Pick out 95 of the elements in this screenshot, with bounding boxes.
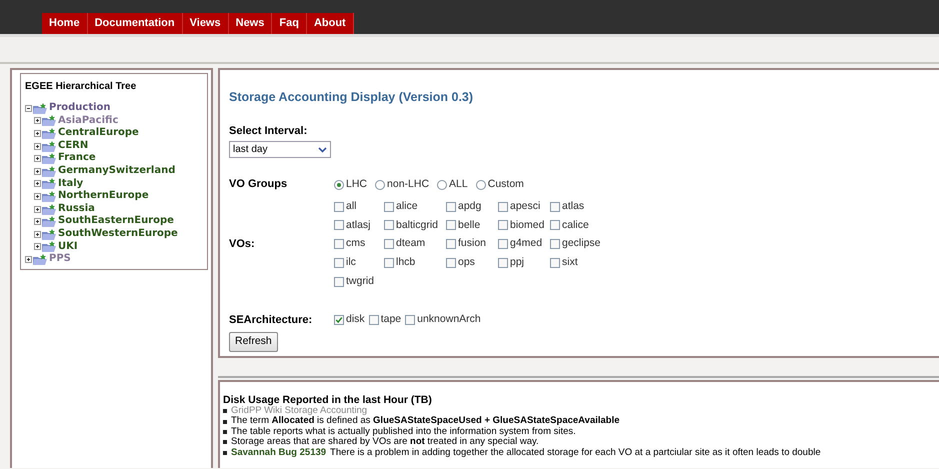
bullet-icon <box>223 430 227 434</box>
vo-groups-label: VO Groups <box>229 177 288 192</box>
checkbox-option[interactable]: balticgrid <box>384 218 446 234</box>
bullet-icon <box>223 409 227 414</box>
checkbox-option[interactable]: calice <box>550 218 610 234</box>
checkbox-option[interactable]: apdg <box>446 198 498 214</box>
tree-item[interactable]: Russia <box>58 202 95 216</box>
expand-icon[interactable] <box>34 180 41 188</box>
expand-icon[interactable] <box>34 130 41 137</box>
tree-item[interactable]: AsiaPacific <box>58 114 118 128</box>
bullet-icon <box>223 450 227 455</box>
refresh-button[interactable]: Refresh <box>229 332 278 352</box>
nav-tab[interactable]: Documentation <box>88 12 183 34</box>
nav-tab[interactable]: Home <box>42 12 88 34</box>
notes-text: The table reports what is actually published into the information system from sites. <box>231 426 576 437</box>
folder-icon <box>42 153 57 164</box>
checkbox-option[interactable]: disk <box>334 312 365 328</box>
expand-icon[interactable] <box>34 206 41 213</box>
checkbox-option[interactable]: cms <box>334 236 384 252</box>
bullet-icon <box>223 440 227 444</box>
checkbox-option[interactable]: belle <box>446 218 498 234</box>
checkbox-option[interactable]: geclipse <box>550 236 610 252</box>
notes-text: There is a problem in adding together the allocated storage for each VO at a partciular site as it often leads to double <box>330 448 821 458</box>
radio-option[interactable]: Custom <box>476 176 524 193</box>
checkbox-option[interactable]: ppj <box>498 255 550 271</box>
checkbox-option[interactable]: apesci <box>498 198 550 214</box>
checkbox-option[interactable]: tape <box>368 312 402 328</box>
tree-item[interactable]: UKI <box>58 240 78 254</box>
nav-tab[interactable]: Faq <box>272 12 307 34</box>
checkbox-option[interactable]: dteam <box>384 236 446 252</box>
expand-icon[interactable] <box>34 230 41 238</box>
notes-link[interactable]: GridPP Wiki Storage Accounting <box>231 406 368 416</box>
notes-link[interactable]: Savannah Bug 25139 <box>231 448 326 458</box>
nav-tab[interactable]: Views <box>182 12 229 34</box>
checkbox-option[interactable]: atlas <box>550 198 610 214</box>
check-icon <box>335 316 343 324</box>
tree-title: EGEE Hierarchical Tree <box>25 80 138 94</box>
arch-label: SEArchitecture: <box>229 312 314 328</box>
tree-item[interactable]: France <box>58 152 96 165</box>
expand-icon[interactable] <box>34 155 41 162</box>
folder-icon <box>33 102 48 114</box>
folder-icon <box>42 178 57 190</box>
checkbox-option[interactable]: g4med <box>498 236 550 252</box>
checkbox-option[interactable]: lhcb <box>384 255 446 271</box>
interval-label: Select Interval: <box>229 124 308 139</box>
expand-icon[interactable] <box>34 168 41 175</box>
checkbox-option[interactable]: twgrid <box>334 274 384 290</box>
tree-item[interactable]: GermanySwitzerland <box>58 164 176 178</box>
tree-item[interactable]: CERN <box>58 140 88 152</box>
checkbox-option[interactable]: all <box>334 198 384 214</box>
folder-icon <box>42 190 57 202</box>
expand-icon[interactable] <box>34 218 41 226</box>
folder-icon <box>42 216 57 228</box>
folder-icon <box>33 254 48 265</box>
radio-option[interactable]: ALL <box>437 176 468 193</box>
vos-label: VOs: <box>229 236 255 252</box>
nav-tab[interactable]: News <box>228 12 272 34</box>
expand-icon[interactable] <box>25 256 32 263</box>
tree-item[interactable]: Production <box>49 102 111 115</box>
tree-item[interactable]: NorthernEurope <box>58 190 149 203</box>
expand-icon[interactable] <box>34 142 41 150</box>
folder-icon <box>42 128 57 139</box>
caret-icon <box>318 146 327 153</box>
expand-icon[interactable] <box>34 243 41 250</box>
tree-item[interactable]: SouthEasternEurope <box>58 215 174 228</box>
notes-text: The term Allocated is defined as GlueSAStateSpaceUsed + GlueSAStateSpaceAvailable <box>231 416 620 427</box>
nav-tab[interactable]: About <box>306 12 354 34</box>
folder-icon <box>42 204 57 215</box>
notes-text: Storage areas that are shared by VOs are not treated in any special way. <box>231 437 539 448</box>
expand-icon[interactable] <box>34 117 41 124</box>
tree-item[interactable]: Italy <box>58 178 84 190</box>
folder-icon <box>42 115 57 126</box>
checkbox-option[interactable]: ilc <box>334 255 384 271</box>
form-title: Storage Accounting Display (Version 0.3) <box>229 89 474 106</box>
tree-item[interactable]: PPS <box>49 253 71 266</box>
checkbox-option[interactable]: alice <box>384 198 446 214</box>
folder-icon <box>42 228 57 240</box>
folder-icon <box>42 140 57 152</box>
tree-item[interactable]: CentralEurope <box>58 127 139 140</box>
checkbox-option[interactable]: unknownArch <box>405 312 481 328</box>
radio-option[interactable]: non-LHC <box>375 176 430 193</box>
folder-icon <box>42 241 57 252</box>
radio-option[interactable]: LHC <box>334 176 368 193</box>
checkbox-option[interactable]: ops <box>446 255 498 271</box>
checkbox-option[interactable]: biomed <box>498 218 550 234</box>
interval-select[interactable]: last day <box>229 141 331 158</box>
notes-title: Disk Usage Reported in the last Hour (TB) <box>223 394 433 406</box>
bullet-icon <box>223 420 227 424</box>
checkbox-option[interactable]: atlasj <box>334 218 384 234</box>
folder-icon <box>42 166 57 177</box>
collapse-icon[interactable] <box>25 104 32 112</box>
checkbox-option[interactable]: fusion <box>446 236 498 252</box>
expand-icon[interactable] <box>34 192 41 200</box>
tree-item[interactable]: SouthWesternEurope <box>58 228 178 241</box>
checkbox-option[interactable]: sixt <box>550 255 610 271</box>
